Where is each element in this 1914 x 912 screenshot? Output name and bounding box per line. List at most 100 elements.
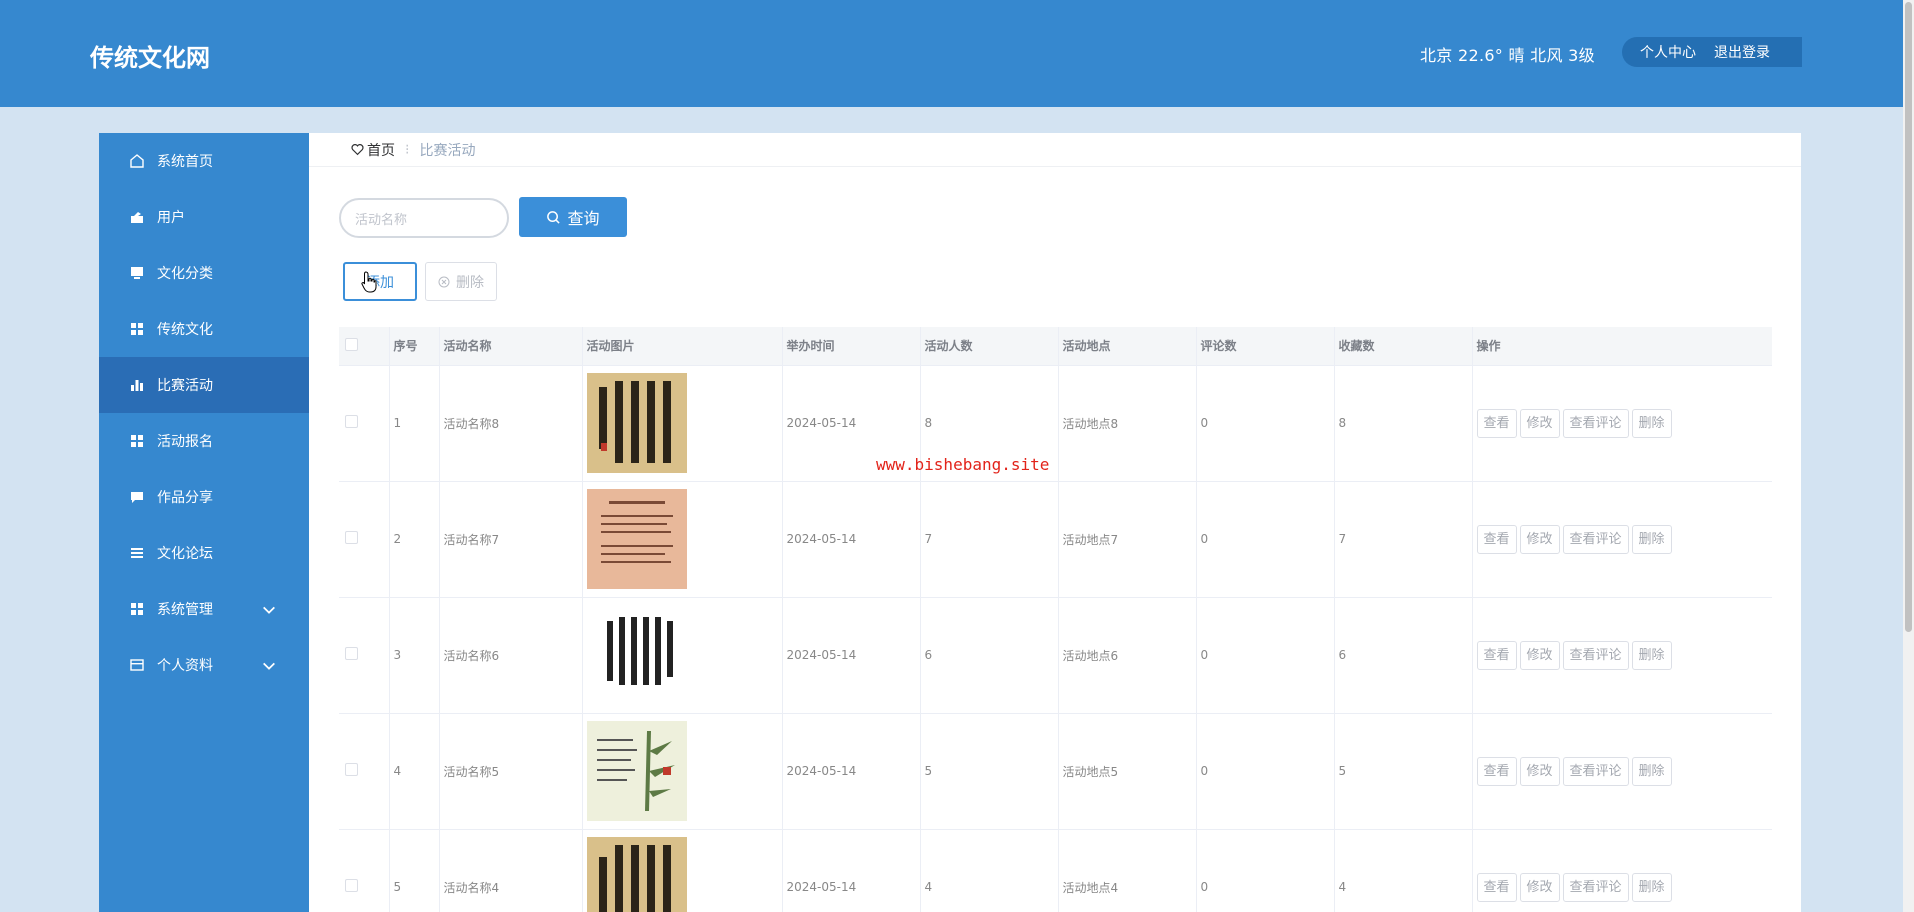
weather-info: 北京 22.6° 晴 北风 3级 [1420, 46, 1595, 65]
cell-name: 活动名称7 [439, 481, 583, 598]
delete-row-button[interactable]: 删除 [1631, 756, 1672, 786]
cell-no: 1 [389, 365, 440, 482]
cell-no: 3 [389, 597, 440, 714]
row-checkbox[interactable] [345, 415, 358, 428]
activity-image[interactable] [586, 605, 687, 705]
edit-button[interactable]: 修改 [1519, 640, 1560, 670]
sidebar-item-traditional-culture[interactable]: 传统文化 [99, 301, 309, 357]
sidebar-item-label: 用户 [157, 210, 185, 226]
view-button[interactable]: 查看 [1476, 872, 1517, 902]
row-checkbox[interactable] [345, 647, 358, 660]
view-button[interactable]: 查看 [1476, 756, 1517, 786]
select-all-checkbox[interactable] [345, 337, 358, 351]
sidebar: 系统首页 用户 文化分类 传统文化 比赛活动 活动报名 作品分享 文化论坛 系统… [99, 133, 309, 912]
cell-no: 5 [389, 829, 440, 912]
column-header: 举办时间 [782, 327, 921, 366]
cell-actions: 查看 修改 查看评论 删除 [1472, 713, 1772, 830]
batch-delete-button[interactable]: 删除 [425, 262, 497, 301]
cell-name: 活动名称4 [439, 829, 583, 912]
table-row: 2 活动名称7 2024-05-14 7 活动地点7 0 7 查看 修改 查看评论删… [339, 481, 1772, 598]
user-menu: 个人中心 退出登录 [1622, 37, 1802, 67]
user-icon [131, 212, 143, 223]
page-scrollbar-thumb[interactable] [1905, 2, 1912, 632]
sidebar-item-works[interactable]: 作品分享 [99, 469, 309, 525]
delete-row-button[interactable]: 删除 [1631, 640, 1672, 670]
query-button[interactable]: 查询 [519, 197, 627, 237]
row-select-cell [339, 365, 390, 482]
sidebar-item-label: 系统管理 [157, 602, 213, 618]
column-header: 收藏数 [1334, 327, 1473, 366]
cell-place: 活动地点4 [1058, 829, 1197, 912]
delete-row-button[interactable]: 删除 [1631, 524, 1672, 554]
table-header-row: 序号 活动名称 活动图片 举办时间 活动人数 活动地点 评论数 收藏数 操作 [339, 327, 1772, 366]
sidebar-item-system[interactable]: 系统管理 [99, 581, 309, 637]
column-header: 活动地点 [1058, 327, 1197, 366]
sidebar-item-home[interactable]: 系统首页 [99, 133, 309, 189]
personal-center-link[interactable]: 个人中心 [1640, 42, 1696, 62]
row-checkbox[interactable] [345, 763, 358, 776]
cell-place: 活动地点7 [1058, 481, 1197, 598]
add-button[interactable]: 添加 [343, 262, 417, 301]
row-checkbox[interactable] [345, 531, 358, 544]
home-icon [130, 154, 144, 168]
row-select-cell [339, 713, 390, 830]
delete-row-button[interactable]: 删除 [1631, 408, 1672, 438]
cell-comments: 0 [1196, 597, 1335, 714]
view-comments-button[interactable]: 查看评论 [1562, 872, 1629, 902]
view-button[interactable]: 查看 [1476, 640, 1517, 670]
sidebar-item-culture-category[interactable]: 文化分类 [99, 245, 309, 301]
cell-favorites: 5 [1334, 713, 1473, 830]
close-circle-icon [438, 276, 450, 287]
view-comments-button[interactable]: 查看评论 [1562, 408, 1629, 438]
view-comments-button[interactable]: 查看评论 [1562, 524, 1629, 554]
row-checkbox[interactable] [345, 879, 358, 892]
list-icon [131, 548, 143, 558]
cell-image [582, 597, 783, 714]
column-header: 操作 [1472, 327, 1772, 366]
sidebar-item-label: 作品分享 [157, 490, 213, 506]
row-select-cell [339, 481, 390, 598]
logout-link[interactable]: 退出登录 [1714, 42, 1770, 62]
table-row: 5 活动名称4 2024-05-14 4 活动地点4 0 4 查看 修改 查看评论删… [339, 829, 1772, 912]
delete-button-label: 删除 [456, 274, 484, 291]
table-row: 4 活动名称5 2024-05-14 5 活动地点5 0 5 查看 修改 查看评论删… [339, 713, 1772, 830]
view-button[interactable]: 查看 [1476, 408, 1517, 438]
chat-icon [131, 492, 143, 503]
cell-comments: 0 [1196, 829, 1335, 912]
top-header: 传统文化网 北京 22.6° 晴 北风 3级 个人中心 退出登录 [0, 0, 1903, 107]
table-row: 3 活动名称6 2024-05-14 6 活动地点6 0 6 查看 修改 查看评论删… [339, 597, 1772, 714]
activity-name-search-input[interactable]: 活动名称 [339, 198, 509, 238]
column-header: 活动名称 [439, 327, 583, 366]
view-comments-button[interactable]: 查看评论 [1562, 640, 1629, 670]
sidebar-item-registration[interactable]: 活动报名 [99, 413, 309, 469]
site-brand: 传统文化网 [90, 44, 210, 72]
column-header: 活动图片 [582, 327, 783, 366]
view-button[interactable]: 查看 [1476, 524, 1517, 554]
cell-actions: 查看 修改 查看评论 删除 [1472, 481, 1772, 598]
delete-row-button[interactable]: 删除 [1631, 872, 1672, 902]
breadcrumb: 首页 ⁝ 比赛活动 [309, 133, 1801, 167]
sidebar-item-forum[interactable]: 文化论坛 [99, 525, 309, 581]
edit-button[interactable]: 修改 [1519, 524, 1560, 554]
activity-image[interactable] [586, 489, 687, 589]
edit-button[interactable]: 修改 [1519, 756, 1560, 786]
wallet-icon [130, 659, 144, 671]
cell-comments: 0 [1196, 481, 1335, 598]
watermark-text: www.bishebang.site [876, 455, 1050, 474]
query-button-label: 查询 [567, 209, 600, 228]
sidebar-item-user[interactable]: 用户 [99, 189, 309, 245]
sidebar-item-competition[interactable]: 比赛活动 [99, 357, 309, 413]
sidebar-item-label: 系统首页 [157, 154, 213, 170]
column-header: 活动人数 [920, 327, 1059, 366]
search-placeholder: 活动名称 [355, 212, 408, 228]
breadcrumb-home[interactable]: 首页 [351, 140, 395, 160]
activity-image[interactable] [586, 721, 687, 821]
breadcrumb-current: 比赛活动 [419, 142, 476, 159]
edit-button[interactable]: 修改 [1519, 872, 1560, 902]
grid-icon [131, 603, 143, 615]
sidebar-item-profile[interactable]: 个人资料 [99, 637, 309, 693]
activity-image[interactable] [586, 837, 687, 912]
activity-image[interactable] [586, 373, 687, 473]
edit-button[interactable]: 修改 [1519, 408, 1560, 438]
view-comments-button[interactable]: 查看评论 [1562, 756, 1629, 786]
